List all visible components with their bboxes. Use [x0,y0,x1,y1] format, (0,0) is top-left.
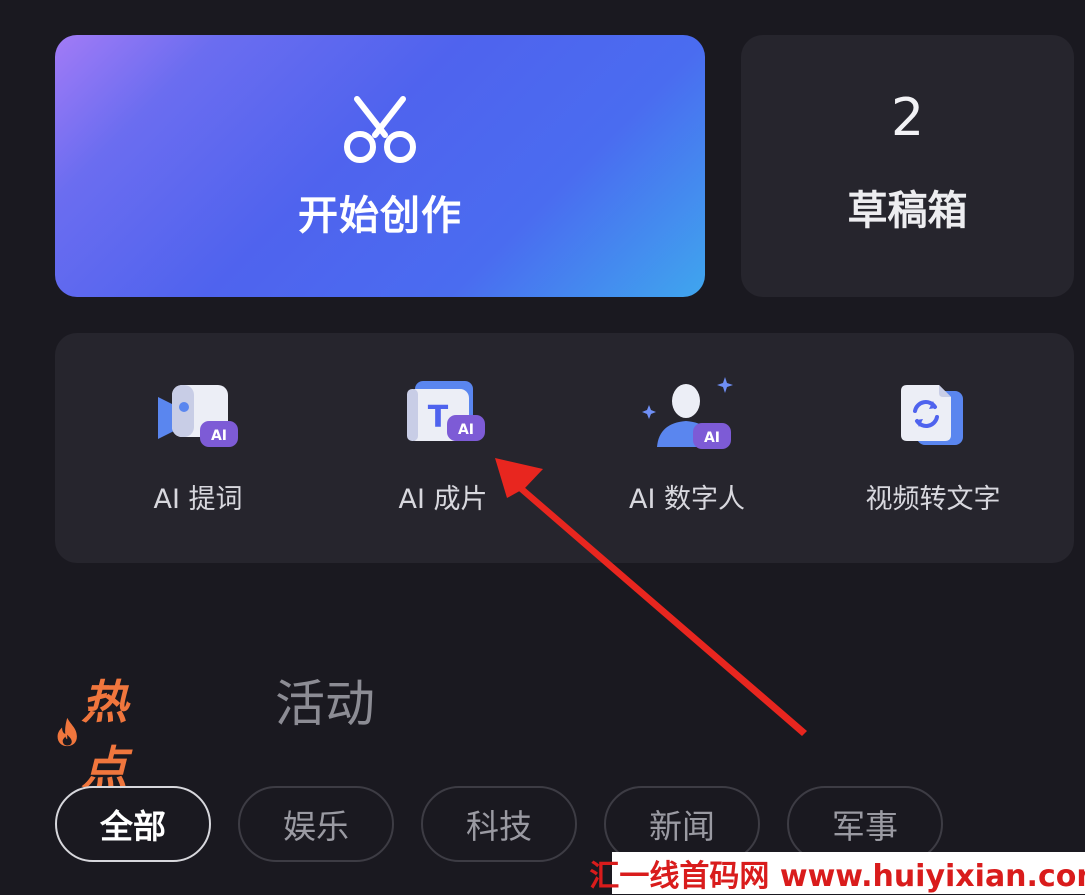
tool-label: AI 提词 [153,484,243,515]
tab-hot[interactable]: 热点 [55,666,142,798]
chip-tech[interactable]: 科技 [421,786,577,862]
svg-text:AI: AI [211,428,227,444]
ai-digital-human-icon: AI [642,377,733,449]
start-creating-label: 开始创作 [298,193,462,239]
svg-text:T: T [428,400,449,435]
video-to-text-icon [901,385,963,445]
tool-video-to-text[interactable]: 视频转文字 [823,333,1043,563]
tab-hot-label: 热点 [81,675,129,795]
fire-icon [57,717,77,747]
tool-label: AI 数字人 [628,484,745,515]
tool-label: AI 成片 [398,484,488,515]
tool-label: 视频转文字 [865,484,1001,515]
start-creating-button[interactable]: 开始创作 [55,35,705,297]
drafts-button[interactable]: 2 草稿箱 [741,35,1074,297]
ai-text-to-video-icon: T AI [407,381,485,441]
scissors-icon [344,96,416,163]
watermark-text: 汇一线首码网 www.huiyixian.com [589,852,1085,894]
drafts-count: 2 [890,88,925,148]
chip-entertainment[interactable]: 娱乐 [238,786,394,862]
tab-activity[interactable]: 活动 [275,664,375,736]
svg-text:AI: AI [704,430,720,446]
ai-tools-panel: AI AI 提词 T AI AI 成片 AI AI 数字人 视频转文字 [55,333,1074,563]
tool-ai-digital-human[interactable]: AI AI 数字人 [577,333,797,563]
chip-all[interactable]: 全部 [55,786,211,862]
ai-teleprompter-icon: AI [158,385,238,447]
svg-text:AI: AI [458,422,474,438]
tool-ai-teleprompter[interactable]: AI AI 提词 [88,333,308,563]
drafts-label: 草稿箱 [847,188,968,234]
tool-ai-text-to-video[interactable]: T AI AI 成片 [333,333,553,563]
